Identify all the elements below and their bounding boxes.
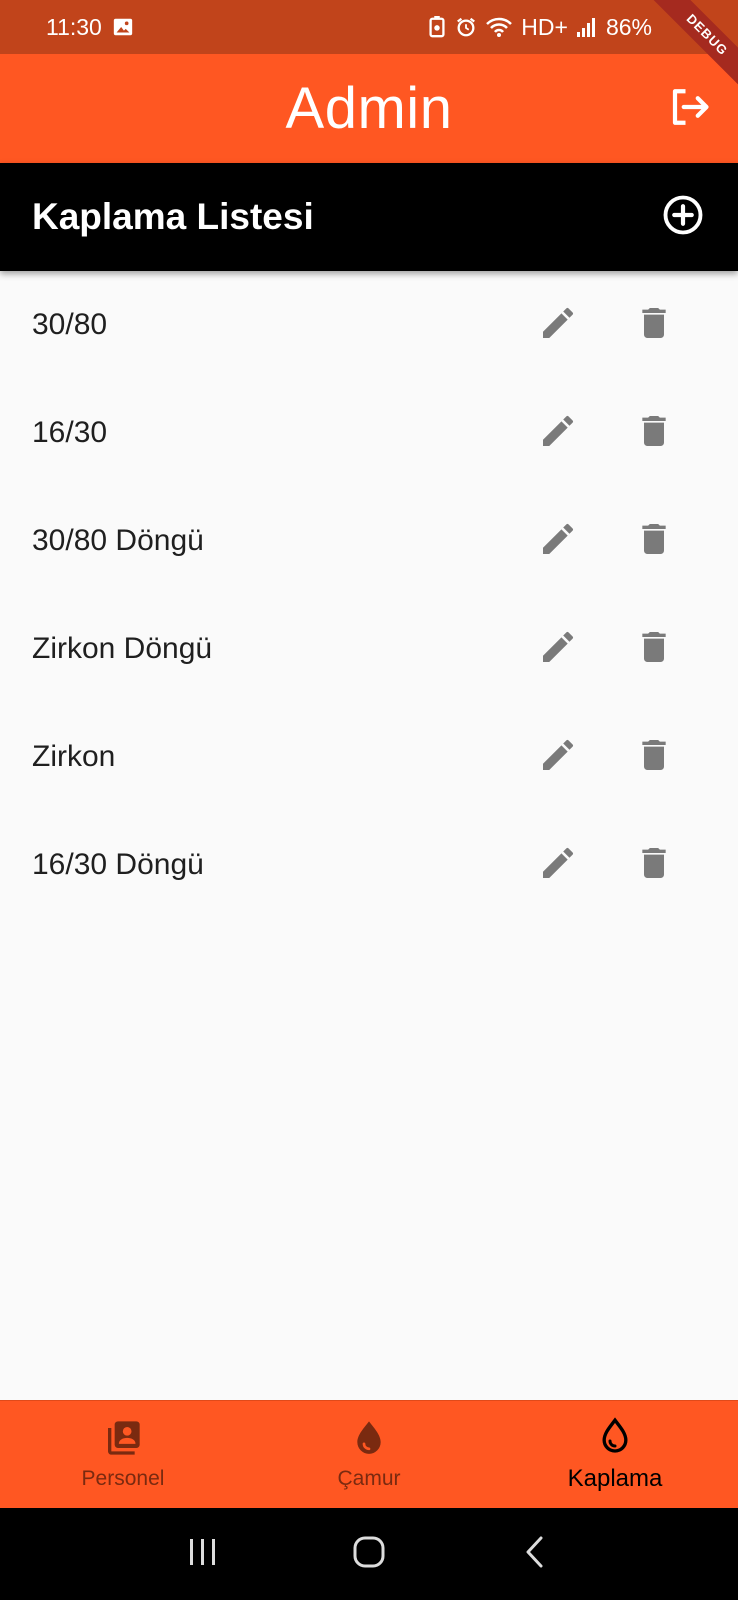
delete-button[interactable]: [630, 409, 678, 457]
system-nav-bar: [0, 1508, 738, 1600]
trash-icon: [634, 735, 674, 780]
delete-button[interactable]: [630, 517, 678, 565]
item-label: 30/80: [32, 308, 108, 341]
item-label: 16/30 Döngü: [32, 848, 204, 881]
app-bar: Admin: [0, 54, 738, 163]
delete-button[interactable]: [630, 625, 678, 673]
status-bar: 11:30 HD+ 86%: [0, 0, 738, 54]
edit-icon: [538, 411, 578, 456]
item-actions: [534, 841, 706, 889]
trash-icon: [634, 843, 674, 888]
home-button[interactable]: [339, 1524, 399, 1584]
trash-icon: [634, 519, 674, 564]
list-item: 16/30 Döngü: [0, 811, 738, 919]
app-title: Admin: [285, 76, 453, 141]
item-actions: [534, 625, 706, 673]
drop-outline-icon: [595, 1416, 635, 1461]
alarm-icon: [455, 16, 477, 38]
edit-button[interactable]: [534, 517, 582, 565]
nav-item-kaplama[interactable]: Kaplama: [492, 1401, 738, 1508]
edit-icon: [538, 519, 578, 564]
drop-icon: [349, 1418, 389, 1463]
back-button[interactable]: [505, 1524, 565, 1584]
recent-apps-icon: [186, 1537, 220, 1572]
delete-button[interactable]: [630, 733, 678, 781]
add-button[interactable]: [660, 194, 706, 240]
battery-percent: 86%: [605, 13, 652, 40]
logout-button[interactable]: [666, 86, 712, 132]
edit-button[interactable]: [534, 409, 582, 457]
list-item: Zirkon: [0, 703, 738, 811]
list-item: 30/80 Döngü: [0, 487, 738, 595]
nav-item-personel[interactable]: Personel: [0, 1401, 246, 1508]
nav-label: Çamur: [337, 1467, 401, 1490]
delete-button[interactable]: [630, 841, 678, 889]
section-header: Kaplama Listesi: [0, 163, 738, 271]
status-time: 11:30: [46, 13, 102, 40]
nav-label: Personel: [81, 1467, 165, 1490]
trash-icon: [634, 303, 674, 348]
edit-icon: [538, 303, 578, 348]
wifi-icon: [485, 16, 513, 38]
nav-item-camur[interactable]: Çamur: [246, 1401, 492, 1508]
status-left: 11:30: [46, 14, 134, 41]
item-label: Zirkon Döngü: [32, 632, 213, 665]
signal-icon: [576, 16, 598, 38]
item-label: 16/30: [32, 416, 108, 449]
edit-button[interactable]: [534, 301, 582, 349]
trash-icon: [634, 411, 674, 456]
section-title: Kaplama Listesi: [32, 196, 314, 237]
recent-apps-button[interactable]: [173, 1524, 233, 1584]
item-actions: [534, 409, 706, 457]
battery-saver-icon: [427, 16, 447, 38]
back-icon: [523, 1535, 547, 1574]
screen: 11:30 HD+ 86% DEBUG Admin Kaplama Listes…: [0, 0, 738, 1600]
home-icon: [352, 1535, 386, 1574]
bottom-nav: Personel Çamur Kaplama: [0, 1400, 738, 1508]
item-actions: [534, 517, 706, 565]
edit-button[interactable]: [534, 841, 582, 889]
edit-icon: [538, 627, 578, 672]
contacts-icon: [103, 1418, 143, 1463]
item-actions: [534, 733, 706, 781]
status-right: HD+ 86%: [427, 14, 692, 41]
item-label: Zirkon: [32, 740, 116, 773]
delete-button[interactable]: [630, 301, 678, 349]
list-item: 16/30: [0, 379, 738, 487]
trash-icon: [634, 627, 674, 672]
edit-icon: [538, 735, 578, 780]
nav-label: Kaplama: [567, 1465, 663, 1492]
edit-button[interactable]: [534, 625, 582, 673]
gallery-notification-icon: [112, 16, 134, 38]
list-item: Zirkon Döngü: [0, 595, 738, 703]
logout-icon: [668, 86, 710, 133]
edit-icon: [538, 843, 578, 888]
item-actions: [534, 301, 706, 349]
edit-button[interactable]: [534, 733, 582, 781]
network-type-label: HD+: [521, 13, 568, 40]
add-circle-icon: [662, 194, 704, 241]
list-item: 30/80: [0, 271, 738, 379]
item-label: 30/80 Döngü: [32, 524, 204, 557]
coating-list: 30/80 16/30 30/80 Döngü Zirkon Döngü Zir…: [0, 271, 738, 919]
